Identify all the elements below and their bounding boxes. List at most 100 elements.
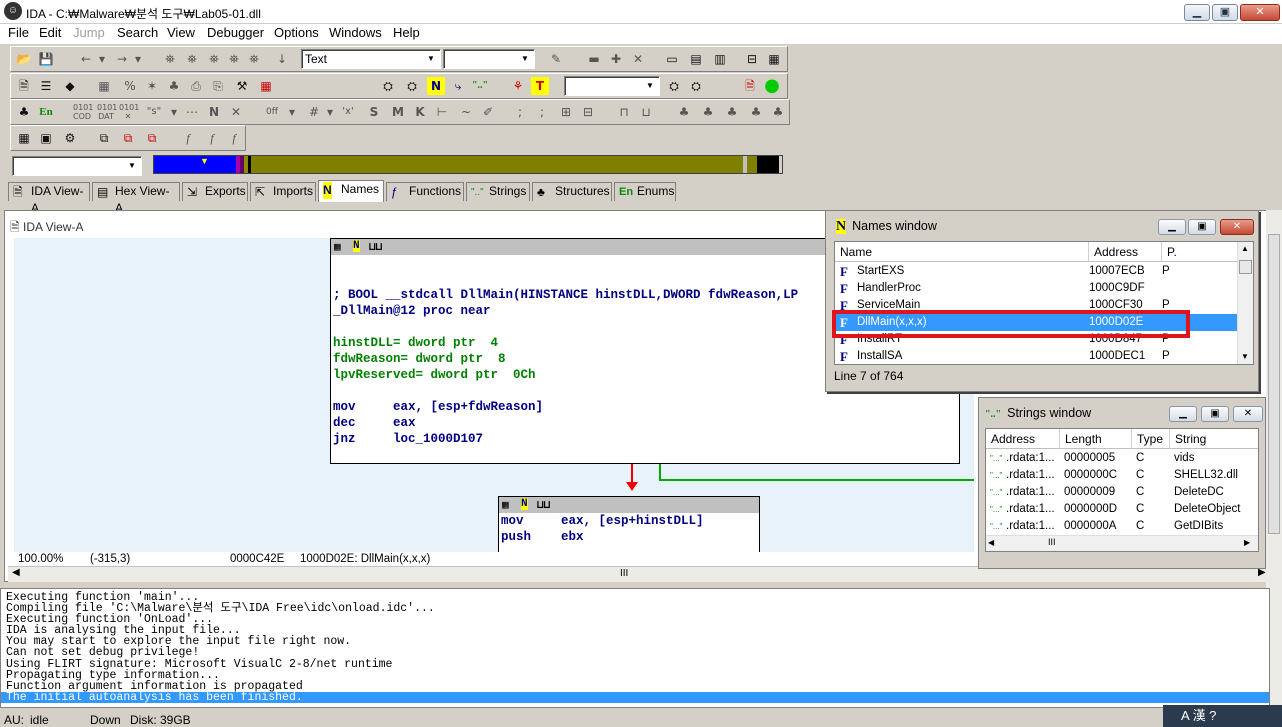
segment-icon[interactable]: S	[365, 103, 383, 121]
scroll-up-icon[interactable]: ▲	[1241, 244, 1249, 253]
strings-hscroll[interactable]: ◀ III ▶	[986, 535, 1258, 551]
window-layout-2-icon[interactable]: ▤	[687, 50, 705, 68]
menu-windows[interactable]: Windows	[329, 25, 382, 40]
enums-icon[interactable]: En	[37, 103, 55, 121]
tab-hex-view-a[interactable]: ▤ Hex View-A	[92, 182, 180, 215]
debug-options-icon[interactable]: ⛭	[687, 77, 705, 95]
names-row[interactable]: F StartEXS 10007ECB P	[835, 263, 1237, 280]
names-list[interactable]: Name Address P. F StartEXS 10007ECB P F Handl…	[834, 241, 1254, 365]
strings-maximize-button[interactable]: ▣	[1201, 406, 1229, 422]
names-row[interactable]: F InstallSA 1000DEC1 P	[835, 348, 1237, 364]
name-icon[interactable]: N	[205, 103, 223, 121]
names-window[interactable]: N Names window ▁ ▣ ✕ Name Address P. F Sta…	[825, 210, 1259, 392]
array-icon[interactable]: ⋯	[183, 103, 201, 121]
strings-row[interactable]: "..." .rdata:1... 00000005 Cvids	[986, 450, 1258, 467]
scroll-left-icon[interactable]: ◀	[12, 567, 20, 578]
string-literal-icon[interactable]: "s"	[145, 103, 163, 121]
names-col-name[interactable]: Name	[835, 242, 1089, 262]
run-icon[interactable]: ●	[763, 77, 781, 95]
search-immediate-icon[interactable]: ⛯	[245, 50, 263, 68]
save-icon[interactable]: 💾	[37, 50, 55, 68]
func-start-icon[interactable]: ⊓	[615, 103, 633, 121]
settings-icon[interactable]: ⚙	[61, 129, 79, 147]
tab-ida-view-a[interactable]: 🗎 IDA View-A	[8, 182, 90, 215]
print-icon[interactable]: ⎙	[187, 77, 205, 95]
strings-window[interactable]: ".." Strings window ▁ ▣ ✕ Address Length …	[978, 397, 1266, 569]
func-edit-icon[interactable]: f	[203, 129, 221, 147]
document-icon[interactable]: 🗎	[15, 77, 33, 95]
tools-icon[interactable]: ⚒	[233, 77, 251, 95]
segments-icon[interactable]: ⛭	[379, 77, 397, 95]
ime-tray[interactable]: A 漢 ?	[1163, 705, 1282, 727]
bitwise-icon[interactable]: ⊢	[433, 103, 451, 121]
enum-member-icon[interactable]: K	[411, 103, 429, 121]
undefine-name-icon[interactable]: ✕	[227, 103, 245, 121]
strings-icon[interactable]: ".."	[471, 77, 489, 95]
func-end-icon[interactable]: ⊔	[637, 103, 655, 121]
calculator-icon[interactable]: ▦	[95, 77, 113, 95]
menu-options[interactable]: Options	[274, 25, 319, 40]
scroll-left-icon[interactable]: ◀	[988, 538, 994, 547]
open-icon[interactable]: 📂	[15, 50, 33, 68]
color-palette-icon[interactable]: ▦	[257, 77, 275, 95]
tab-strings[interactable]: ".." Strings	[466, 182, 530, 201]
minimize-button[interactable]: ▁	[1184, 4, 1210, 21]
xref-icon[interactable]: ✶	[143, 77, 161, 95]
search-binary-icon[interactable]: ⛯	[225, 50, 243, 68]
offset-icon[interactable]: 0ff	[263, 103, 281, 121]
number-dropdown-icon[interactable]: ▾	[321, 103, 339, 121]
jump-icon[interactable]: ↓	[273, 50, 291, 68]
names-close-button[interactable]: ✕	[1220, 219, 1254, 235]
code-block-2[interactable]: ▦ N ⊔⊔ mov eax, [esp+hinstDLL] push ebx	[498, 496, 760, 552]
struct-1-icon[interactable]: ♣	[675, 103, 693, 121]
proximity-icon[interactable]: ▦	[765, 50, 783, 68]
log-icon[interactable]: 🗎	[741, 77, 759, 95]
data-icon[interactable]: 0101 DAT	[97, 103, 117, 121]
paste-special-icon[interactable]: ⧉	[143, 129, 161, 147]
binoculars-icon[interactable]: ⛯	[161, 50, 179, 68]
structures-icon[interactable]: ♣	[15, 103, 33, 121]
negate-icon[interactable]: ~	[457, 103, 475, 121]
func-delete-icon[interactable]: f	[225, 129, 243, 147]
undefine-icon[interactable]: 0101 ✕	[119, 103, 139, 121]
pen-icon[interactable]: ✎	[547, 50, 565, 68]
menu-debugger[interactable]: Debugger	[207, 25, 264, 40]
names-maximize-button[interactable]: ▣	[1188, 219, 1216, 235]
close-button[interactable]: ✕	[1240, 4, 1280, 21]
unhide-icon[interactable]: ⊟	[579, 103, 597, 121]
forward-dropdown-icon[interactable]: ▾	[129, 50, 147, 68]
names-row[interactable]: F HandlerProc 1000C9DF	[835, 280, 1237, 297]
hex-percent-icon[interactable]: %	[121, 77, 139, 95]
script-icon[interactable]: ⎘	[209, 77, 227, 95]
struct-5-icon[interactable]: ♣	[769, 103, 787, 121]
strings-close-button[interactable]: ✕	[1233, 406, 1263, 422]
search-text-icon[interactable]: ⛯	[205, 50, 223, 68]
menu-view[interactable]: View	[167, 25, 195, 40]
strings-col-type[interactable]: Type	[1132, 429, 1170, 449]
graph-icon[interactable]: ♣	[165, 77, 183, 95]
scroll-down-icon[interactable]: ▼	[1241, 352, 1249, 361]
offset-dropdown-icon[interactable]: ▾	[283, 103, 301, 121]
struct-3-icon[interactable]: ♣	[723, 103, 741, 121]
calculator-icon[interactable]: ▦	[15, 129, 33, 147]
hide-icon[interactable]: ⊞	[557, 103, 575, 121]
stack-var-icon[interactable]: M	[389, 103, 407, 121]
list-icon[interactable]: ☰	[37, 77, 55, 95]
cross-ref-icon[interactable]: ⛭	[403, 77, 421, 95]
type-libraries-icon[interactable]: T	[531, 77, 549, 95]
menu-help[interactable]: Help	[393, 25, 420, 40]
ida-app-icon[interactable]: ☺	[4, 2, 22, 20]
delete-icon[interactable]: ✕	[629, 50, 647, 68]
segment-combo[interactable]: ▼	[12, 156, 142, 176]
struct-4-icon[interactable]: ♣	[747, 103, 765, 121]
paste-icon[interactable]: ⧉	[119, 129, 137, 147]
plus-icon[interactable]: ✚	[607, 50, 625, 68]
strings-minimize-button[interactable]: ▁	[1169, 406, 1197, 422]
names-col-address[interactable]: Address	[1089, 242, 1162, 262]
tab-enums[interactable]: En Enums	[614, 182, 676, 201]
func-icon[interactable]: f	[179, 129, 197, 147]
diamond-icon[interactable]: ◆	[61, 77, 79, 95]
strings-row[interactable]: "..." .rdata:1... 0000000D C DeleteObject	[986, 501, 1258, 518]
scroll-right-icon[interactable]: ▶	[1244, 538, 1250, 547]
tab-functions[interactable]: ƒ Functions	[386, 182, 464, 201]
